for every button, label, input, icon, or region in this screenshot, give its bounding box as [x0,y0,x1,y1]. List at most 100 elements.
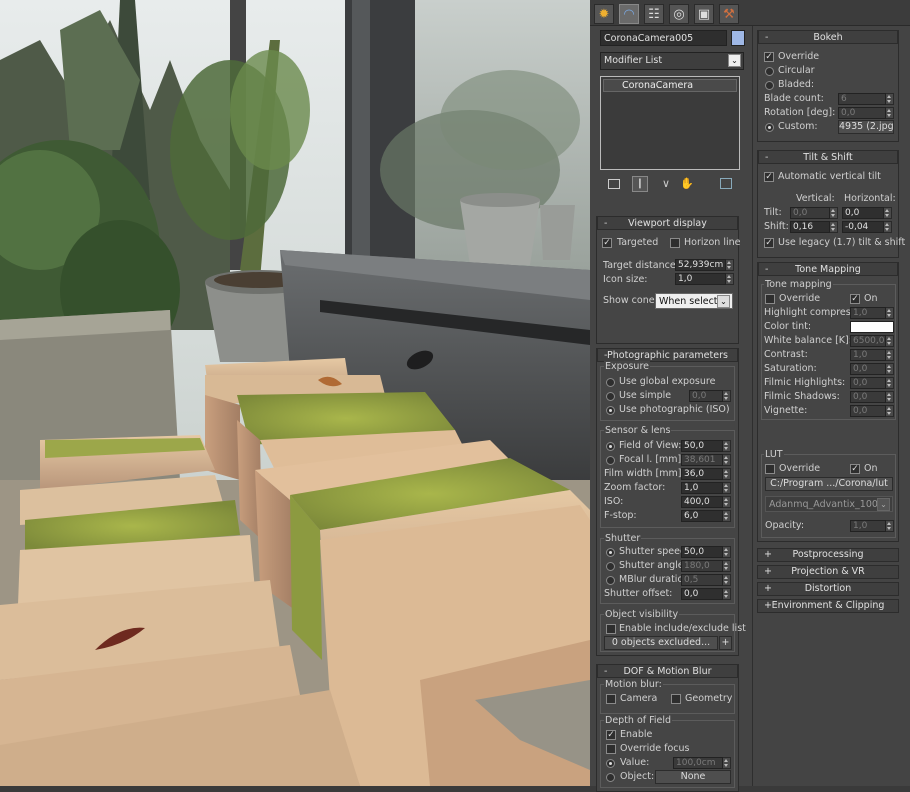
focus-value-spinner[interactable]: 100,0cm [673,757,731,769]
enable-include-exclude-checkbox[interactable] [606,624,616,634]
spinner-arrows-icon[interactable] [886,405,894,417]
simple-exposure-value[interactable]: 0,0 [689,390,723,402]
tilt-horizontal-value[interactable]: 0,0 [842,207,884,219]
render-viewport[interactable] [0,0,590,786]
tilt-horizontal-spinner[interactable]: 0,0 [842,207,892,219]
rotation-spinner[interactable]: 0,0 [838,107,894,119]
filmic-highlights-spinner[interactable]: 0,0 [850,377,894,389]
highlight-compress-value[interactable]: 1,0 [850,307,886,319]
field-of-view-spinner[interactable]: 50,0 [681,440,731,452]
show-end-result-icon[interactable]: | [632,176,648,192]
modify-tab[interactable]: ◠ [619,4,639,24]
spinner-arrows-icon[interactable] [726,273,734,285]
contrast-spinner[interactable]: 1,0 [850,349,894,361]
tone-override-checkbox[interactable] [765,294,775,304]
spinner-arrows-icon[interactable] [886,335,894,347]
spinner-arrows-icon[interactable] [723,454,731,466]
spinner-arrows-icon[interactable] [884,221,892,233]
spinner-arrows-icon[interactable] [886,363,894,375]
spinner-arrows-icon[interactable] [884,207,892,219]
spinner-arrows-icon[interactable] [886,520,894,532]
rollout-photographic-header[interactable]: - Photographic parameters [597,348,738,362]
focus-value-radio[interactable] [606,759,615,768]
field-of-view-value[interactable]: 50,0 [681,440,723,452]
focal-length-value[interactable]: 38,601 [681,454,723,466]
mblur-duration-spinner[interactable]: 0,5 [681,574,731,586]
use-photographic-iso-radio[interactable] [606,406,615,415]
spinner-arrows-icon[interactable] [723,390,731,402]
spinner-arrows-icon[interactable] [723,468,731,480]
spinner-arrows-icon[interactable] [723,496,731,508]
shutter-speed-value[interactable]: 50,0 [681,546,723,558]
tilt-vertical-spinner[interactable]: 0,0 [790,207,838,219]
shift-vertical-spinner[interactable]: 0,16 [790,221,838,233]
lut-on-checkbox[interactable]: ✓ [850,464,860,474]
lut-preset-dropdown[interactable]: Adanmq_Advantix_100 ⌄ [765,496,893,512]
spinner-arrows-icon[interactable] [723,588,731,600]
modifier-stack[interactable]: CoronaCamera [600,76,740,170]
icon-size-value[interactable]: 1,0 [675,273,726,285]
shutter-angle-value[interactable]: 180,0 [681,560,723,572]
field-of-view-radio[interactable] [606,442,615,451]
add-excluded-button[interactable]: + [719,636,732,650]
motion-tab[interactable]: ◎ [669,4,689,24]
use-legacy-tilt-checkbox[interactable]: ✓ [764,238,774,248]
shift-horizontal-value[interactable]: -0,04 [842,221,884,233]
filmic-shadows-value[interactable]: 0,0 [850,391,886,403]
create-tab[interactable]: ✹ [594,4,614,24]
highlight-compress-spinner[interactable]: 1,0 [850,307,894,319]
shutter-angle-radio[interactable] [606,562,615,571]
filmic-shadows-spinner[interactable]: 0,0 [850,391,894,403]
focus-value-field[interactable]: 100,0cm [673,757,723,769]
bokeh-circular-radio[interactable] [765,67,774,76]
spinner-arrows-icon[interactable] [723,757,731,769]
rollout-viewport-display-header[interactable]: - Viewport display [597,216,738,230]
blade-count-spinner[interactable]: 6 [838,93,894,105]
spinner-arrows-icon[interactable] [886,107,894,119]
tilt-vertical-value[interactable]: 0,0 [790,207,830,219]
mblur-duration-radio[interactable] [606,576,615,585]
targeted-checkbox[interactable]: ✓ [602,238,612,248]
override-focus-checkbox[interactable] [606,744,616,754]
rotation-value[interactable]: 0,0 [838,107,886,119]
film-width-spinner[interactable]: 36,0 [681,468,731,480]
rollout-bokeh-header[interactable]: - Bokeh [758,30,898,44]
object-color-swatch[interactable] [731,30,745,46]
f-stop-value[interactable]: 6,0 [681,510,723,522]
focal-length-spinner[interactable]: 38,601 [681,454,731,466]
shutter-speed-radio[interactable] [606,548,615,557]
spinner-arrows-icon[interactable] [830,207,838,219]
horizon-line-checkbox[interactable] [670,238,680,248]
spinner-arrows-icon[interactable] [723,482,731,494]
pin-stack-icon[interactable] [608,179,620,189]
color-tint-swatch[interactable] [850,321,894,333]
shutter-speed-spinner[interactable]: 50,0 [681,546,731,558]
tone-on-checkbox[interactable]: ✓ [850,294,860,304]
contrast-value[interactable]: 1,0 [850,349,886,361]
display-tab[interactable]: ▣ [694,4,714,24]
shutter-offset-value[interactable]: 0,0 [681,588,723,600]
spinner-arrows-icon[interactable] [723,546,731,558]
shift-horizontal-spinner[interactable]: -0,04 [842,221,892,233]
icon-size-spinner[interactable]: 1,0 [675,273,734,285]
focus-object-radio[interactable] [606,773,615,782]
rollout-dof-header[interactable]: - DOF & Motion Blur [597,664,738,678]
bokeh-override-checkbox[interactable]: ✓ [764,52,774,62]
zoom-factor-value[interactable]: 1,0 [681,482,723,494]
target-distance-spinner[interactable]: 52,939cm [675,259,734,271]
show-cone-dropdown[interactable]: When selected ⌄ [655,293,733,309]
iso-spinner[interactable]: 400,0 [681,496,731,508]
focus-object-picker-button[interactable]: None [655,770,731,784]
shift-vertical-value[interactable]: 0,16 [790,221,830,233]
rollout-tone-mapping-header[interactable]: - Tone Mapping [758,262,898,276]
vignette-value[interactable]: 0,0 [850,405,886,417]
spinner-arrows-icon[interactable] [886,307,894,319]
rollout-environment-clipping[interactable]: + Environment & Clipping [757,599,899,613]
spinner-arrows-icon[interactable] [830,221,838,233]
lut-opacity-spinner[interactable]: 1,0 [850,520,894,532]
object-name-field[interactable]: CoronaCamera005 [600,30,727,46]
remove-modifier-icon[interactable]: ✋ [680,177,694,190]
lut-file-path-button[interactable]: C:/Program .../Corona/lut [765,477,893,491]
saturation-value[interactable]: 0,0 [850,363,886,375]
rollout-projection-vr[interactable]: + Projection & VR [757,565,899,579]
